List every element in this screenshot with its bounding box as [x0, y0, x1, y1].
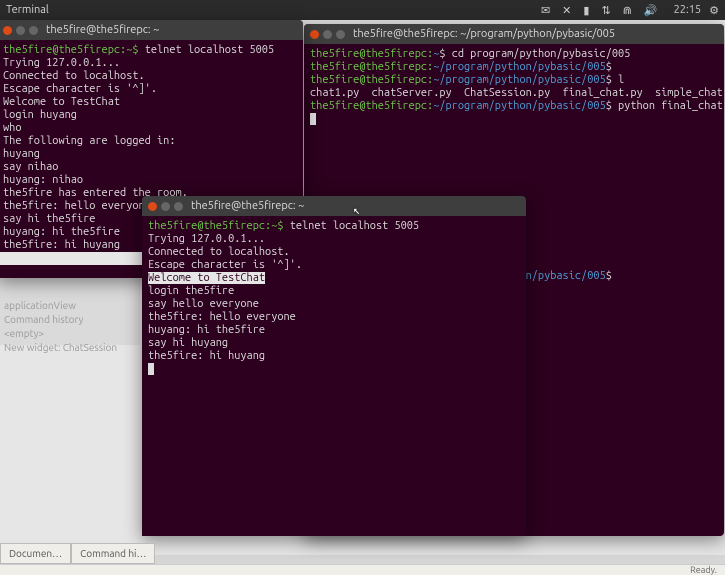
bg-sidebar-label-4: New widget: ChatSession — [4, 342, 117, 353]
minimize-icon[interactable] — [161, 202, 170, 211]
status-bar: Ready. — [0, 564, 725, 575]
cmd-telnet: telnet localhost 5005 — [290, 220, 419, 232]
terminal-title: the5fire@the5firepc: ~ — [191, 200, 304, 212]
wifi-icon[interactable]: ⋒ — [623, 4, 636, 17]
minimize-icon[interactable] — [323, 30, 332, 39]
tab-command-history[interactable]: Command hi… — [71, 543, 155, 564]
line: huyang: nihao — [3, 174, 83, 186]
line-highlighted: Welcome to TestChat — [148, 272, 265, 284]
panel-title: Terminal — [6, 4, 49, 16]
window-controls — [310, 30, 345, 39]
prompt: the5fire@the5firepc:~$ — [3, 44, 139, 56]
line: huyang: hi the5fire — [3, 226, 120, 238]
cmd-cd: cd program/python/pybasic/005 — [452, 48, 631, 60]
status-text: Ready. — [690, 565, 717, 575]
cursor — [310, 113, 316, 125]
line: Connected to localhost. — [148, 246, 290, 258]
line: The following are logged in: — [3, 135, 175, 147]
panel-indicators: ✉ ✕ ▮ ⇅ ⋒ 🔊 22:15 ⚙ — [541, 4, 719, 17]
maximize-icon[interactable] — [29, 26, 38, 35]
line: huyang: hi the5fire — [148, 324, 265, 336]
line: login the5fire — [148, 285, 234, 297]
terminal-the5fire[interactable]: the5fire@the5firepc: ~ the5fire@the5fire… — [142, 196, 526, 536]
prompt: the5fire@the5firepc: — [310, 74, 433, 86]
line: Welcome to TestChat — [3, 96, 120, 108]
cursor — [148, 363, 154, 375]
maximize-icon[interactable] — [336, 30, 345, 39]
prompt: the5fire@the5firepc: — [310, 48, 433, 60]
line: who — [3, 122, 21, 134]
network-icon[interactable]: ⇅ — [601, 4, 614, 17]
cmd-l: l — [618, 74, 624, 86]
terminal-title: the5fire@the5firepc: ~/program/python/py… — [353, 28, 615, 40]
line: the5fire: hello everyone — [3, 200, 151, 212]
volume-icon[interactable]: 🔊 — [644, 4, 662, 17]
path: ~/program/python/pybasic/005 — [433, 100, 605, 112]
prompt: the5fire@the5firepc:~$ — [148, 220, 284, 232]
prompt: the5fire@the5firepc: — [310, 100, 433, 112]
close-icon[interactable] — [310, 30, 319, 39]
line: login huyang — [3, 109, 77, 121]
window-controls — [3, 26, 38, 35]
ls-output: chat1.py chatServer.py ChatSession.py fi… — [310, 87, 724, 99]
gear-icon[interactable]: ⚙ — [709, 4, 719, 17]
terminal-title: the5fire@the5firepc: ~ — [46, 24, 159, 36]
messages-icon[interactable]: ✕ — [562, 4, 575, 17]
terminal-titlebar[interactable]: the5fire@the5firepc: ~ — [0, 20, 303, 40]
line: Trying 127.0.0.1... — [3, 57, 120, 69]
path: ~/program/python/pybasic/005 — [433, 74, 605, 86]
line: say hi the5fire — [3, 213, 95, 225]
path: ~/program/python/pybasic/005 — [433, 61, 605, 73]
line: the5fire: hi huyang — [3, 239, 120, 251]
line: Escape character is '^]'. — [3, 83, 157, 95]
bg-sidebar-label-1: applicationView — [4, 300, 76, 311]
top-panel: Terminal ✉ ✕ ▮ ⇅ ⋒ 🔊 22:15 ⚙ — [0, 0, 725, 20]
line: huyang — [3, 148, 40, 160]
line: Trying 127.0.0.1... — [148, 233, 265, 245]
terminal-titlebar[interactable]: the5fire@the5firepc: ~ — [142, 196, 526, 216]
line: the5fire: hi huyang — [148, 350, 265, 362]
cmd-line: $ — [439, 48, 451, 60]
mouse-pointer-icon: ↖ — [353, 203, 360, 217]
minimize-icon[interactable] — [16, 26, 25, 35]
window-controls — [148, 202, 183, 211]
line: say hello everyone — [148, 298, 259, 310]
close-icon[interactable] — [148, 202, 157, 211]
tab-documents[interactable]: Documen… — [0, 543, 71, 564]
terminal-titlebar[interactable]: the5fire@the5firepc: ~/program/python/py… — [304, 24, 724, 44]
close-icon[interactable] — [3, 26, 12, 35]
line: say nihao — [3, 161, 58, 173]
prompt: the5fire@the5firepc: — [310, 61, 433, 73]
line: the5fire: hello everyone — [148, 311, 296, 323]
terminal-body[interactable]: the5fire@the5firepc:~$ telnet localhost … — [142, 216, 526, 381]
line: Connected to localhost. — [3, 70, 145, 82]
line: say hi huyang — [148, 337, 228, 349]
mail-icon[interactable]: ✉ — [541, 4, 554, 17]
line: Escape character is '^]'. — [148, 259, 302, 271]
cmd-telnet: telnet localhost 5005 — [145, 44, 274, 56]
maximize-icon[interactable] — [174, 202, 183, 211]
bg-sidebar-label-2: Command history — [4, 314, 83, 325]
bottom-tabs: Documen… Command hi… — [0, 543, 155, 564]
bg-sidebar-label-3: <empty> — [4, 328, 44, 339]
battery-icon[interactable]: ▮ — [583, 4, 593, 17]
cmd-python: python final_chat.py — [618, 100, 724, 112]
clock[interactable]: 22:15 — [674, 4, 702, 16]
